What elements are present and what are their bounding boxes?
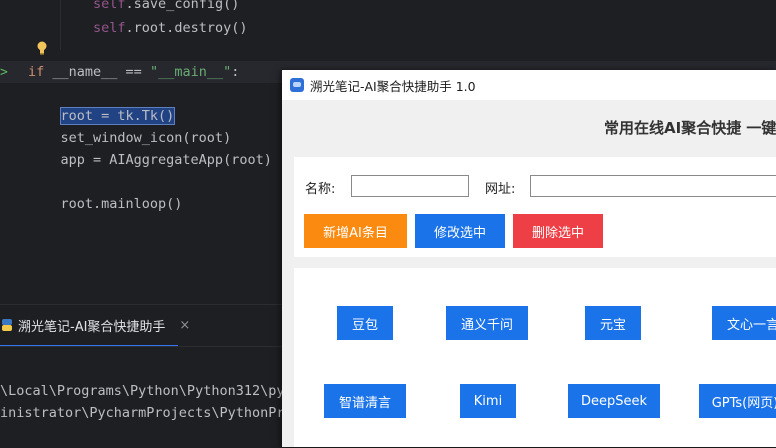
code-text: if __name__ == "__main__": (0, 64, 239, 80)
name-label: 名称: (305, 182, 336, 197)
run-tab[interactable]: 溯光笔记-AI聚合快捷助手 × (0, 305, 190, 345)
ai-item-button[interactable]: 豆包 (337, 306, 393, 340)
code-line: app = AIAggregateApp(root) (0, 149, 272, 171)
code-token: : (231, 64, 240, 80)
code-line: self.root.destroy() (0, 17, 247, 39)
code-token: set_window_icon(root) (28, 130, 232, 146)
code-text: root.mainloop() (0, 196, 183, 212)
console-line: \Local\Programs\Python\Python312\py (0, 383, 283, 399)
run-arrow-icon[interactable]: > (0, 62, 10, 84)
code-token: root = tk.Tk() (59, 107, 176, 125)
ai-item-button[interactable]: 元宝 (585, 306, 641, 340)
code-token: if (28, 64, 45, 80)
code-line (0, 83, 28, 105)
app-icon (290, 78, 304, 92)
close-icon[interactable]: × (179, 318, 190, 333)
python-icon (2, 319, 12, 331)
window-titlebar[interactable]: 溯光笔记-AI聚合快捷助手 1.0 (282, 70, 776, 100)
code-text: self.root.destroy() (0, 20, 247, 36)
ai-item-button[interactable]: 通义千问 (446, 306, 528, 340)
ai-item-button[interactable]: 文心一言 (712, 306, 776, 340)
code-line: set_window_icon(root) (0, 127, 232, 149)
code-token: __name__ == (44, 64, 150, 80)
code-line: root = tk.Tk() (0, 105, 176, 127)
code-line (0, 171, 28, 193)
app-window: 溯光笔记-AI聚合快捷助手 1.0 常用在线AI聚合快捷 一键 名称: 网址: … (282, 70, 776, 447)
console-output[interactable]: \Local\Programs\Python\Python312\py inis… (0, 346, 283, 448)
ai-item-button[interactable]: DeepSeek (568, 384, 660, 418)
code-text: self.save_config() (0, 0, 239, 12)
code-line: self.save_config() (0, 0, 239, 15)
run-tab-label: 溯光笔记-AI聚合快捷助手 (18, 319, 166, 335)
form-panel: 名称: 网址: 新增AI条目 修改选中 删除选中 (294, 157, 776, 257)
code-text: root = tk.Tk() (0, 107, 176, 125)
url-input[interactable] (530, 175, 776, 197)
delete-selected-button[interactable]: 删除选中 (513, 214, 603, 248)
add-ai-button[interactable]: 新增AI条目 (304, 214, 407, 248)
window-title: 溯光笔记-AI聚合快捷助手 1.0 (310, 78, 476, 94)
code-token: self (93, 0, 126, 12)
edit-selected-button[interactable]: 修改选中 (415, 214, 505, 248)
ai-grid-panel: 豆包 通义千问 元宝 文心一言 智谱清言 Kimi DeepSeek GPTs(… (294, 268, 776, 447)
ai-item-button[interactable]: GPTs(网页) (699, 384, 776, 418)
code-line (0, 39, 28, 61)
code-token: self (93, 20, 126, 36)
code-token: "__main__" (149, 64, 232, 80)
page-title: 常用在线AI聚合快捷 一键 (604, 119, 776, 137)
code-text: app = AIAggregateApp(root) (0, 152, 272, 168)
lightbulb-icon[interactable] (36, 40, 48, 55)
code-text: set_window_icon(root) (0, 130, 232, 146)
code-token: .save_config() (125, 0, 240, 12)
console-line: inistrator\PycharmProjects\PythonPr (0, 405, 283, 421)
name-input[interactable] (351, 175, 469, 197)
run-tool-header: 溯光笔记-AI聚合快捷助手 × (0, 304, 283, 347)
code-line: root.mainloop() (0, 193, 183, 215)
code-token: app = AIAggregateApp(root) (28, 152, 272, 168)
ai-item-button[interactable]: Kimi (460, 384, 516, 418)
code-token: root.mainloop() (28, 196, 183, 212)
code-token: .root.destroy() (125, 20, 248, 36)
ai-item-button[interactable]: 智谱清言 (324, 384, 406, 418)
header-area: 常用在线AI聚合快捷 一键 (282, 100, 776, 157)
url-label: 网址: (485, 182, 516, 197)
